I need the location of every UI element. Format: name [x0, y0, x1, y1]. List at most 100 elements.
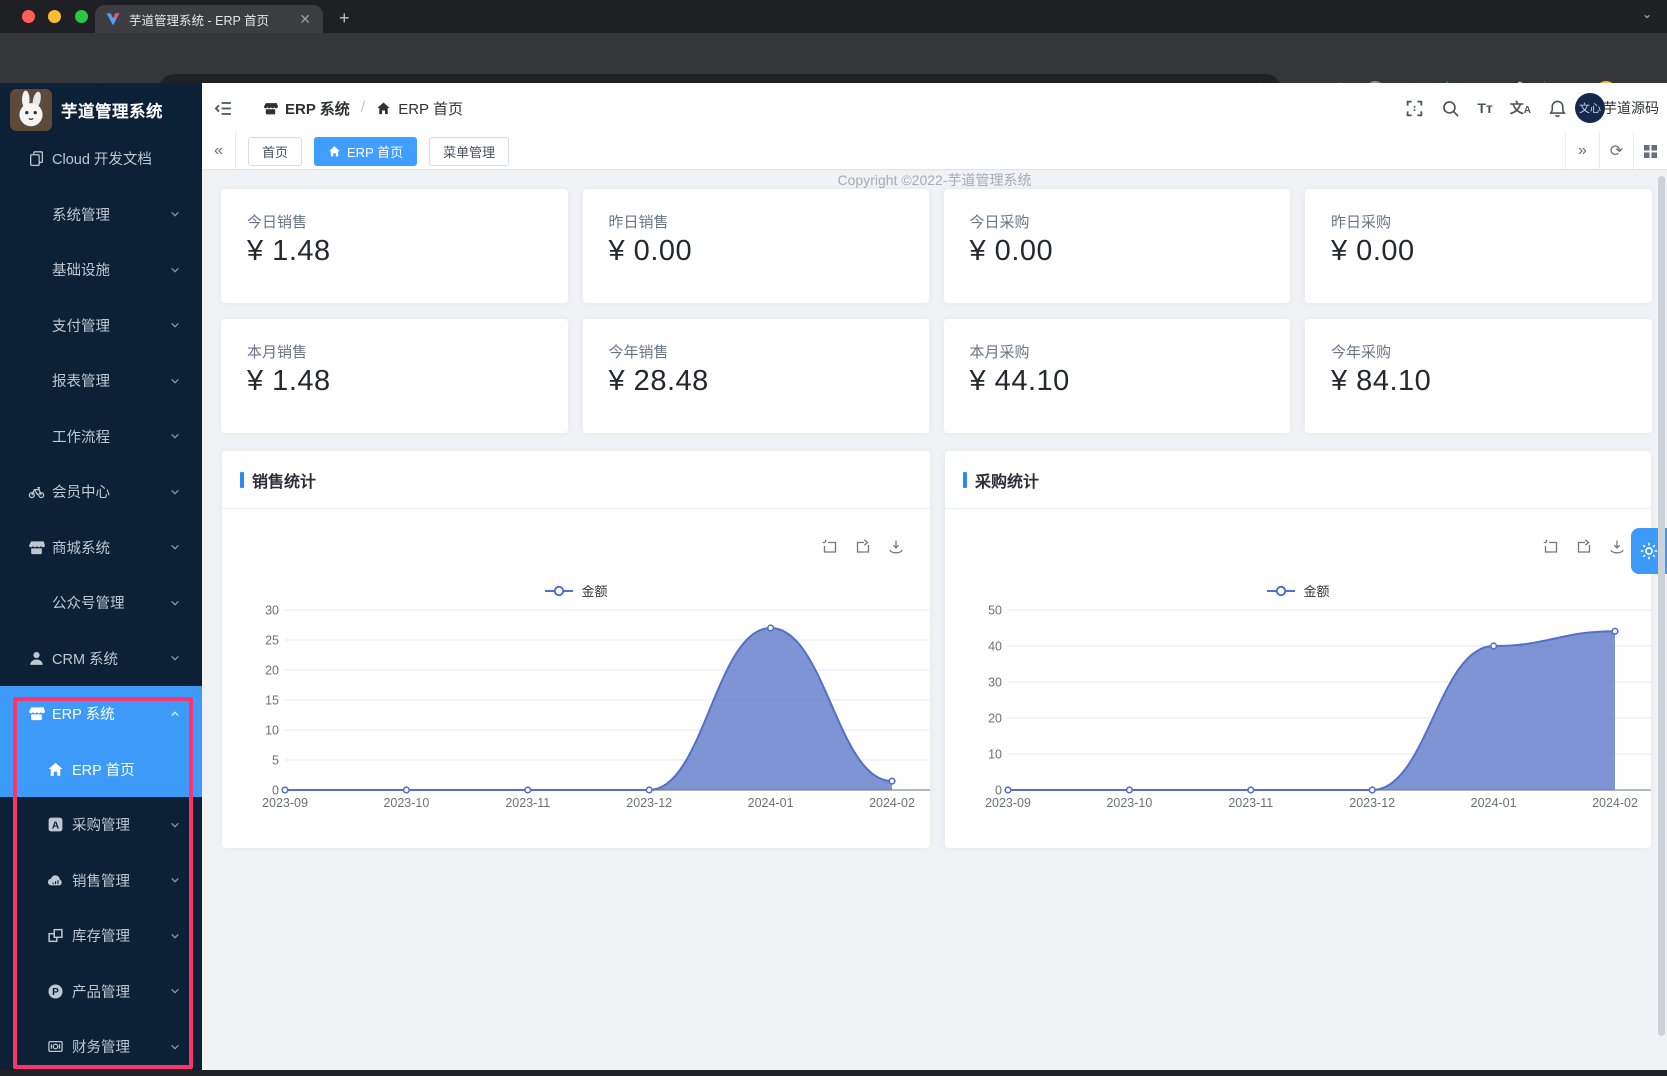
- shop-icon: [28, 705, 45, 722]
- tabs-scroll-left-button[interactable]: «: [202, 133, 236, 169]
- sidebar-item-label: 公众号管理: [52, 592, 125, 613]
- sidebar-item-14[interactable]: 库存管理: [0, 908, 202, 964]
- x-axis-label: 2023-11: [505, 796, 550, 810]
- sidebar-item-6[interactable]: 会员中心: [0, 464, 202, 520]
- data-point[interactable]: [404, 787, 410, 793]
- window-minimize-button[interactable]: [48, 10, 61, 23]
- y-axis-label: 30: [265, 604, 279, 618]
- sidebar-item-15[interactable]: P产品管理: [0, 964, 202, 1020]
- data-point[interactable]: [1248, 787, 1254, 793]
- data-point[interactable]: [889, 778, 895, 784]
- sidebar-item-13[interactable]: 销售管理: [0, 853, 202, 909]
- search-icon[interactable]: [1441, 99, 1460, 118]
- money-icon: [47, 1038, 64, 1055]
- data-point[interactable]: [1491, 643, 1497, 649]
- new-tab-button[interactable]: +: [339, 8, 350, 29]
- sidebar-item-label: 支付管理: [52, 315, 110, 336]
- stat-value: ¥ 44.10: [970, 365, 1070, 398]
- breadcrumb-current[interactable]: ERP 首页: [398, 98, 463, 119]
- sidebar-item-16[interactable]: 财务管理: [0, 1019, 202, 1075]
- tab-search-chevron-icon[interactable]: ⌄: [1642, 7, 1652, 21]
- data-point[interactable]: [768, 625, 774, 631]
- user-icon: [28, 650, 45, 667]
- footer-copyright: Copyright ©2022-芋道管理系统: [202, 170, 1667, 190]
- x-axis-label: 2024-02: [1592, 796, 1638, 810]
- x-axis-label: 2023-10: [1106, 796, 1152, 810]
- stat-card-1: 昨日销售¥ 0.00: [583, 189, 930, 303]
- stat-label: 今年采购: [1331, 341, 1391, 362]
- username[interactable]: 芋道源码: [1603, 98, 1659, 118]
- sidebar-item-1[interactable]: 系统管理: [0, 187, 202, 243]
- sidebar-item-4[interactable]: 报表管理: [0, 353, 202, 409]
- svg-text:A: A: [52, 821, 60, 832]
- sidebar-item-8[interactable]: 公众号管理: [0, 575, 202, 631]
- sidebar-item-5[interactable]: 工作流程: [0, 409, 202, 465]
- language-icon[interactable]: 文A: [1510, 98, 1531, 118]
- notification-bell-icon[interactable]: [1548, 99, 1567, 118]
- stat-card-7: 今年采购¥ 84.10: [1305, 319, 1652, 433]
- font-size-icon[interactable]: Tᴛ: [1477, 100, 1492, 116]
- stat-label: 本月销售: [247, 341, 307, 362]
- page-scrollbar[interactable]: [1658, 176, 1665, 1036]
- window-zoom-button[interactable]: [75, 10, 88, 23]
- sidebar-item-0[interactable]: Cloud 开发文档: [0, 131, 202, 187]
- sidebar-item-2[interactable]: 基础设施: [0, 242, 202, 298]
- tabs-layout-button[interactable]: [1633, 133, 1667, 169]
- sidebar-item-label: 财务管理: [72, 1036, 130, 1057]
- fullscreen-icon[interactable]: [1405, 99, 1424, 118]
- sidebar-item-11[interactable]: ERP 首页: [0, 742, 202, 798]
- stat-value: ¥ 0.00: [609, 235, 693, 268]
- tabs-scroll-right-button[interactable]: »: [1565, 133, 1599, 169]
- data-point[interactable]: [1127, 787, 1133, 793]
- data-point[interactable]: [1369, 787, 1375, 793]
- sidebar-item-label: CRM 系统: [52, 648, 118, 669]
- user-avatar[interactable]: 文心: [1575, 93, 1605, 123]
- tab-close-icon[interactable]: ✕: [297, 11, 313, 28]
- sidebar-item-label: 库存管理: [72, 925, 130, 946]
- sidebar-collapse-button[interactable]: [214, 99, 233, 118]
- x-axis-label: 2023-10: [383, 796, 429, 810]
- y-axis-label: 25: [265, 634, 279, 648]
- browser-tab[interactable]: 芋道管理系统 - ERP 首页 ✕: [95, 5, 323, 33]
- chevron-down-icon: [169, 874, 181, 886]
- stat-label: 今年销售: [609, 341, 669, 362]
- stat-card-6: 本月采购¥ 44.10: [944, 319, 1291, 433]
- y-axis-label: 15: [265, 694, 279, 708]
- sidebar-item-10[interactable]: ERP 系统: [0, 686, 202, 742]
- stat-value: ¥ 1.48: [247, 365, 331, 398]
- breadcrumb-separator: /: [361, 99, 365, 117]
- breadcrumb-root-icon: [263, 101, 278, 116]
- sidebar-item-12[interactable]: A采购管理: [0, 797, 202, 853]
- stat-label: 今日采购: [970, 211, 1030, 232]
- sidebar-item-7[interactable]: 商城系统: [0, 520, 202, 576]
- tab-home[interactable]: 首页: [248, 137, 302, 166]
- data-point[interactable]: [1005, 787, 1011, 793]
- data-point[interactable]: [525, 787, 531, 793]
- x-axis-label: 2023-09: [262, 796, 308, 810]
- tab-menu-management[interactable]: 菜单管理: [429, 137, 509, 166]
- tab-erp-home[interactable]: ERP 首页: [314, 137, 417, 166]
- x-axis-label: 2024-01: [748, 796, 794, 810]
- window-close-button[interactable]: [22, 10, 35, 23]
- logo-image: [10, 89, 52, 131]
- sidebar-item-9[interactable]: CRM 系统: [0, 631, 202, 687]
- breadcrumb-root[interactable]: ERP 系统: [285, 98, 350, 119]
- data-point[interactable]: [282, 787, 288, 793]
- data-point[interactable]: [1612, 628, 1618, 634]
- chart-card-header: 销售统计: [222, 451, 930, 509]
- window-controls[interactable]: [22, 10, 97, 28]
- favicon: [105, 11, 121, 27]
- shop-icon: [28, 539, 45, 556]
- sidebar-item-3[interactable]: 支付管理: [0, 298, 202, 354]
- sidebar: 芋道管理系统 Cloud 开发文档系统管理基础设施支付管理报表管理工作流程会员中…: [0, 83, 202, 1076]
- data-point[interactable]: [646, 787, 652, 793]
- stat-value: ¥ 0.00: [970, 235, 1054, 268]
- square-a-icon: A: [47, 816, 64, 833]
- stat-label: 今日销售: [247, 211, 307, 232]
- x-axis-label: 2024-02: [869, 796, 915, 810]
- window-bottom-edge: [0, 1070, 1667, 1076]
- title-accent-bar: [240, 472, 244, 488]
- app-logo[interactable]: 芋道管理系统: [0, 87, 202, 133]
- tabs-refresh-button[interactable]: ⟳: [1599, 133, 1633, 169]
- chevron-down-icon: [169, 208, 181, 220]
